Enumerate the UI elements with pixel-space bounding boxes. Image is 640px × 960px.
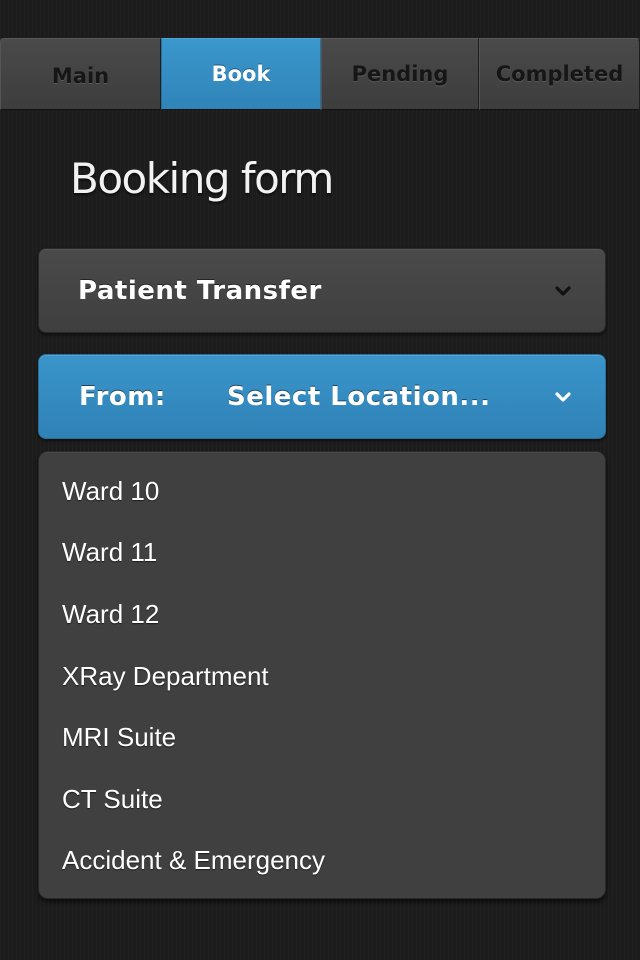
location-option-mri-suite[interactable]: MRI Suite — [62, 717, 176, 757]
booking-type-value: Patient Transfer — [78, 275, 322, 306]
booking-type-select[interactable]: Patient Transfer — [38, 248, 606, 333]
tab-label: Book — [211, 62, 271, 86]
tab-book[interactable]: Book — [161, 38, 321, 110]
location-option-ct-suite[interactable]: CT Suite — [62, 779, 163, 819]
location-dropdown-list: Ward 10 Ward 11 Ward 12 XRay Department … — [38, 451, 606, 899]
tab-main[interactable]: Main — [0, 38, 161, 110]
tab-completed[interactable]: Completed — [479, 38, 640, 110]
tab-pending[interactable]: Pending — [321, 38, 479, 110]
page-title: Booking form — [70, 154, 334, 203]
location-option-ward-10[interactable]: Ward 10 — [62, 471, 159, 511]
chevron-down-icon — [555, 391, 571, 402]
tab-label: Completed — [495, 62, 624, 86]
from-label: From: — [79, 381, 166, 412]
chevron-down-icon — [555, 285, 571, 296]
tab-bar: Main Book Pending Completed — [0, 38, 640, 110]
location-option-xray-department[interactable]: XRay Department — [62, 656, 269, 696]
tab-label: Pending — [351, 62, 449, 86]
location-option-accident-emergency[interactable]: Accident & Emergency — [62, 840, 325, 880]
location-option-ward-12[interactable]: Ward 12 — [62, 594, 159, 634]
from-value: Select Location... — [227, 381, 491, 412]
tab-label: Main — [51, 64, 110, 88]
location-option-ward-11[interactable]: Ward 11 — [62, 532, 157, 572]
from-location-select[interactable]: From: Select Location... — [38, 354, 606, 439]
